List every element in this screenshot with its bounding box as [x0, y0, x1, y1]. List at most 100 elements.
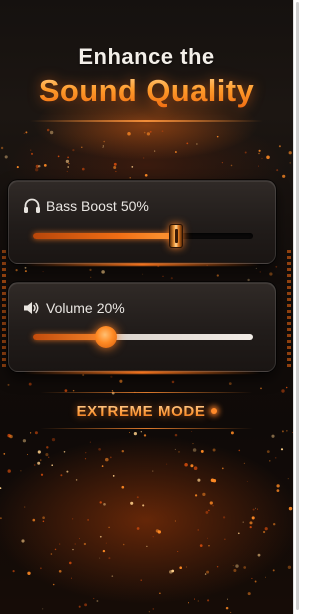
- bass-boost-value: 50%: [120, 198, 149, 214]
- ember-particle: [269, 460, 271, 462]
- ember-particle: [258, 152, 260, 155]
- bass-boost-slider-fill: [33, 233, 176, 239]
- ember-particle: [142, 273, 144, 275]
- ember-particle: [192, 448, 197, 452]
- ember-particle: [225, 606, 229, 610]
- ember-particle: [83, 542, 87, 546]
- ember-particle: [48, 456, 50, 458]
- ember-particle: [101, 270, 105, 274]
- ember-particle: [166, 463, 168, 465]
- ember-particle: [243, 462, 246, 465]
- ember-particle: [103, 140, 106, 143]
- ember-particle: [171, 569, 175, 573]
- ember-particle: [45, 453, 49, 457]
- ember-particle: [222, 516, 226, 519]
- ember-particle: [115, 170, 117, 173]
- ember-particle: [65, 159, 70, 164]
- ember-particle: [174, 448, 176, 450]
- ember-particle: [66, 470, 69, 473]
- ember-particle: [37, 461, 41, 465]
- ember-particle: [191, 430, 193, 432]
- ember-particle: [50, 553, 53, 555]
- ember-particle: [110, 375, 113, 378]
- ember-particle: [0, 517, 2, 520]
- ember-particle: [74, 543, 76, 545]
- mode-divider-top: [40, 392, 253, 393]
- title-line-2: Sound Quality: [0, 73, 293, 109]
- ember-particle: [22, 439, 27, 443]
- volume-slider-thumb[interactable]: [95, 326, 117, 348]
- ember-particle: [42, 271, 44, 273]
- ember-particle: [258, 165, 260, 167]
- ember-particle: [202, 492, 206, 497]
- ember-particle: [204, 573, 207, 575]
- ember-particle: [66, 170, 68, 173]
- ember-particle: [230, 164, 233, 167]
- ember-particle: [254, 580, 257, 583]
- volume-panel: Volume 20%: [8, 282, 276, 374]
- ember-particle: [105, 457, 109, 462]
- volume-slider[interactable]: [33, 326, 253, 348]
- ember-particle: [221, 467, 224, 470]
- ember-particle: [233, 568, 237, 573]
- ember-particle: [103, 502, 106, 506]
- extreme-mode-button[interactable]: EXTREME MODE: [60, 398, 234, 424]
- ember-particle: [24, 270, 27, 273]
- page-scrollbar-thumb[interactable]: [296, 2, 299, 610]
- ember-particle: [40, 459, 42, 461]
- ember-particle: [278, 145, 281, 148]
- ember-particle: [200, 449, 204, 453]
- bass-boost-slider-thumb[interactable]: [169, 224, 183, 248]
- right-edge-glow: [287, 250, 291, 370]
- ember-particle: [67, 166, 70, 168]
- ember-particle: [285, 386, 288, 389]
- ember-particle: [52, 583, 55, 586]
- ember-particle: [221, 162, 223, 164]
- ember-particle: [105, 542, 107, 544]
- ember-particle: [154, 150, 156, 152]
- ember-particle: [7, 469, 11, 473]
- ember-particle: [98, 447, 101, 451]
- ember-particle: [174, 151, 177, 153]
- ember-particle: [190, 464, 194, 468]
- ember-particle: [281, 430, 284, 433]
- ember-particle: [35, 168, 39, 172]
- ember-particle: [109, 456, 112, 459]
- ember-particle: [127, 132, 131, 136]
- ember-particle: [0, 146, 4, 150]
- ember-particle: [136, 496, 139, 499]
- ember-particle: [260, 387, 262, 390]
- ember-particle: [28, 382, 32, 386]
- ember-particle: [46, 446, 49, 449]
- ember-particle: [184, 462, 188, 467]
- ember-particle: [130, 501, 134, 505]
- ember-particle: [37, 450, 41, 454]
- ember-particle: [174, 433, 178, 437]
- ember-particle: [249, 525, 252, 529]
- ember-particle: [49, 130, 54, 135]
- bass-boost-slider[interactable]: [33, 224, 253, 248]
- ember-particle: [89, 441, 91, 443]
- ember-particle: [82, 373, 85, 377]
- ember-particle: [275, 265, 278, 268]
- ember-particle: [143, 434, 147, 437]
- ember-particle: [257, 553, 261, 557]
- ember-particle: [251, 577, 253, 579]
- ember-particle: [197, 600, 199, 602]
- ember-particle: [121, 485, 125, 489]
- ember-particle: [262, 530, 266, 534]
- ember-particle: [146, 545, 148, 548]
- ember-particle: [146, 132, 151, 136]
- ember-particle: [247, 278, 250, 282]
- ember-particle: [72, 548, 74, 551]
- ember-particle: [186, 142, 189, 145]
- ember-particle: [70, 577, 73, 579]
- ember-particle: [209, 501, 213, 505]
- ember-particle: [84, 603, 88, 607]
- volume-panel-glow: [23, 371, 261, 374]
- ember-particle: [265, 576, 266, 578]
- ember-particle: [87, 519, 89, 521]
- ember-particle: [9, 434, 13, 439]
- ember-particle: [69, 561, 72, 565]
- ember-particle: [193, 466, 198, 470]
